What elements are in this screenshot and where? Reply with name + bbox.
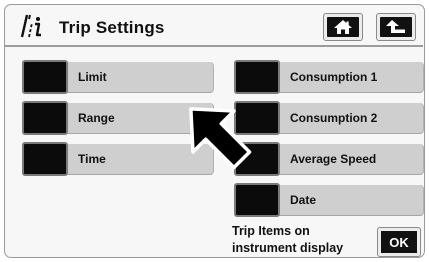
consumption-1-checkbox[interactable] bbox=[234, 60, 280, 94]
back-arrow-icon bbox=[386, 20, 405, 33]
consumption-2-item[interactable]: Consumption 2 bbox=[234, 101, 424, 135]
average-speed-label: Average Speed bbox=[290, 152, 377, 166]
limit-item[interactable]: Limit bbox=[22, 60, 214, 94]
limit-label: Limit bbox=[78, 70, 107, 84]
instrument-display-note: Trip Items on instrument display bbox=[232, 223, 343, 257]
average-speed-item[interactable]: Average Speed bbox=[234, 142, 424, 176]
ok-label: OK bbox=[381, 231, 417, 253]
page-title: Trip Settings bbox=[59, 18, 165, 37]
home-button[interactable] bbox=[323, 13, 363, 41]
back-button[interactable] bbox=[376, 13, 416, 41]
date-checkbox[interactable] bbox=[234, 183, 280, 217]
consumption-1-item[interactable]: Consumption 1 bbox=[234, 60, 424, 94]
range-label: Range bbox=[78, 111, 115, 125]
consumption-2-label: Consumption 2 bbox=[290, 111, 378, 125]
limit-checkbox[interactable] bbox=[22, 60, 68, 94]
pointer-arrow-icon bbox=[189, 107, 252, 170]
date-item[interactable]: Date bbox=[234, 183, 424, 217]
header-bar: Trip Settings bbox=[5, 5, 423, 47]
footer-line-1: Trip Items on bbox=[232, 224, 310, 238]
ok-button[interactable]: OK bbox=[377, 227, 421, 257]
trip-info-icon bbox=[20, 14, 41, 38]
consumption-1-label: Consumption 1 bbox=[290, 70, 378, 84]
range-checkbox[interactable] bbox=[22, 101, 68, 135]
time-checkbox[interactable] bbox=[22, 142, 68, 176]
time-label: Time bbox=[78, 152, 106, 166]
date-label: Date bbox=[290, 193, 317, 207]
home-icon bbox=[334, 20, 352, 34]
footer-line-2: instrument display bbox=[232, 241, 344, 255]
